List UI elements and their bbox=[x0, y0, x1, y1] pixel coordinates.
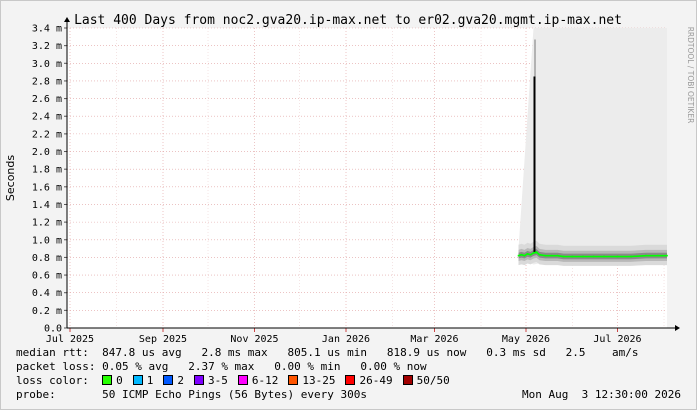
y-tick-label: 0.2 m bbox=[32, 306, 62, 317]
legend-swatch bbox=[102, 375, 113, 385]
legend-label: 26-49 bbox=[359, 374, 393, 387]
median-point bbox=[526, 253, 529, 255]
legend-items: 0 1 2 3-5 6-12 13-25 26-49 50/50 bbox=[102, 374, 460, 387]
rtt-values: 847.8 us avg 2.8 ms max 805.1 us min 818… bbox=[88, 346, 639, 359]
y-tick-label: 0.0 bbox=[44, 324, 62, 335]
y-tick-label: 1.4 m bbox=[32, 200, 62, 211]
y-tick-label: 3.0 m bbox=[32, 59, 62, 70]
loss-values: 0.05 % avg 2.37 % max 0.00 % min 0.00 % … bbox=[95, 360, 427, 373]
legend-label: 6-12 bbox=[251, 374, 279, 387]
y-tick-label: 0.4 m bbox=[32, 288, 62, 299]
x-tick-label: Mar 2026 bbox=[410, 334, 458, 345]
legend-label: 50/50 bbox=[416, 374, 450, 387]
legend-swatch bbox=[237, 375, 248, 385]
legend-label: 2 bbox=[177, 374, 184, 387]
legend-swatch bbox=[163, 375, 174, 385]
legend-item: 6-12 bbox=[237, 374, 279, 387]
chart-title: Last 400 Days from noc2.gva20.ip-max.net… bbox=[74, 13, 622, 28]
median-point bbox=[523, 254, 526, 257]
loss-label: packet loss: bbox=[16, 360, 96, 373]
legend-label: 1 bbox=[146, 374, 154, 387]
median-point bbox=[630, 255, 632, 258]
legend-label: 13-25 bbox=[302, 374, 336, 387]
probe-label: probe: bbox=[16, 388, 56, 401]
legend-item: 50/50 bbox=[402, 374, 450, 387]
median-point bbox=[538, 253, 541, 256]
y-axis-label: Seconds bbox=[4, 155, 17, 201]
median-point bbox=[532, 252, 535, 254]
legend-item: 0 bbox=[102, 374, 123, 387]
y-tick-label: 2.2 m bbox=[32, 129, 62, 140]
y-tick-label: 2.6 m bbox=[32, 94, 62, 105]
legend-item: 2 bbox=[163, 374, 184, 387]
y-tick-label: 1.6 m bbox=[32, 182, 62, 193]
median-point bbox=[535, 251, 538, 253]
stats-rtt-row: median rtt: 847.8 us avg 2.8 ms max 805.… bbox=[16, 347, 639, 359]
median-point bbox=[529, 253, 532, 256]
stats-probe-row: probe: 50 ICMP Echo Pings (56 Bytes) eve… bbox=[16, 389, 681, 401]
median-point bbox=[666, 254, 668, 257]
stats-loss-row: packet loss: 0.05 % avg 2.37 % max 0.00 … bbox=[16, 361, 427, 373]
y-tick-label: 1.2 m bbox=[32, 218, 62, 229]
x-tick-label: Jan 2026 bbox=[322, 334, 370, 345]
median-point bbox=[550, 254, 553, 257]
legend-item: 13-25 bbox=[288, 374, 335, 387]
rtt-label: median rtt: bbox=[16, 346, 89, 359]
loss-color-legend: loss color: 0 1 2 3-5 6-12 13-25 26-49 50/50 bbox=[16, 375, 460, 387]
median-point bbox=[520, 253, 523, 256]
x-tick-label: May 2026 bbox=[502, 334, 550, 345]
median-point bbox=[544, 254, 547, 257]
y-tick-label: 1.0 m bbox=[32, 235, 62, 246]
y-tick-label: 3.2 m bbox=[32, 41, 62, 52]
y-tick-label: 3.4 m bbox=[32, 24, 62, 35]
legend-label: 0 bbox=[116, 374, 123, 387]
legend-item: 1 bbox=[132, 374, 154, 387]
median-point bbox=[592, 255, 595, 258]
legend-swatch bbox=[288, 375, 299, 385]
median-point bbox=[616, 255, 619, 258]
legend-swatch bbox=[132, 375, 143, 385]
median-point bbox=[582, 255, 584, 258]
median-point bbox=[645, 254, 647, 257]
legend-swatch bbox=[402, 375, 413, 385]
ping-envelope bbox=[518, 28, 667, 266]
median-point bbox=[657, 254, 659, 257]
loss-color-label: loss color: bbox=[16, 374, 89, 387]
watermark: RRDTOOL / TOBI OETIKER bbox=[686, 27, 695, 124]
y-tick-label: 2.8 m bbox=[32, 76, 62, 87]
median-point bbox=[571, 255, 574, 258]
y-tick-label: 0.8 m bbox=[32, 253, 62, 264]
median-point bbox=[603, 255, 605, 258]
median-point bbox=[556, 254, 559, 257]
legend-item: 3-5 bbox=[193, 374, 228, 387]
x-tick-label: Nov 2025 bbox=[230, 334, 278, 345]
y-tick-label: 2.0 m bbox=[32, 147, 62, 158]
timestamp: Mon Aug 3 12:30:00 2026 bbox=[522, 388, 681, 401]
legend-item: 26-49 bbox=[345, 374, 393, 387]
legend-label: 3-5 bbox=[207, 374, 228, 387]
legend-swatch bbox=[193, 375, 204, 385]
x-tick-label: Jul 2025 bbox=[46, 334, 94, 345]
probe-values: 50 ICMP Echo Pings (56 Bytes) every 300s bbox=[55, 388, 368, 401]
x-tick-label: Jul 2026 bbox=[593, 334, 641, 345]
y-tick-label: 2.4 m bbox=[32, 112, 62, 123]
y-tick-label: 1.8 m bbox=[32, 165, 62, 176]
ping-envelope-outer bbox=[518, 28, 667, 265]
median-point bbox=[562, 255, 565, 258]
legend-swatch bbox=[345, 375, 356, 385]
x-tick-label: Sep 2025 bbox=[139, 334, 187, 345]
median-point bbox=[517, 254, 520, 257]
y-tick-label: 0.6 m bbox=[32, 271, 62, 282]
